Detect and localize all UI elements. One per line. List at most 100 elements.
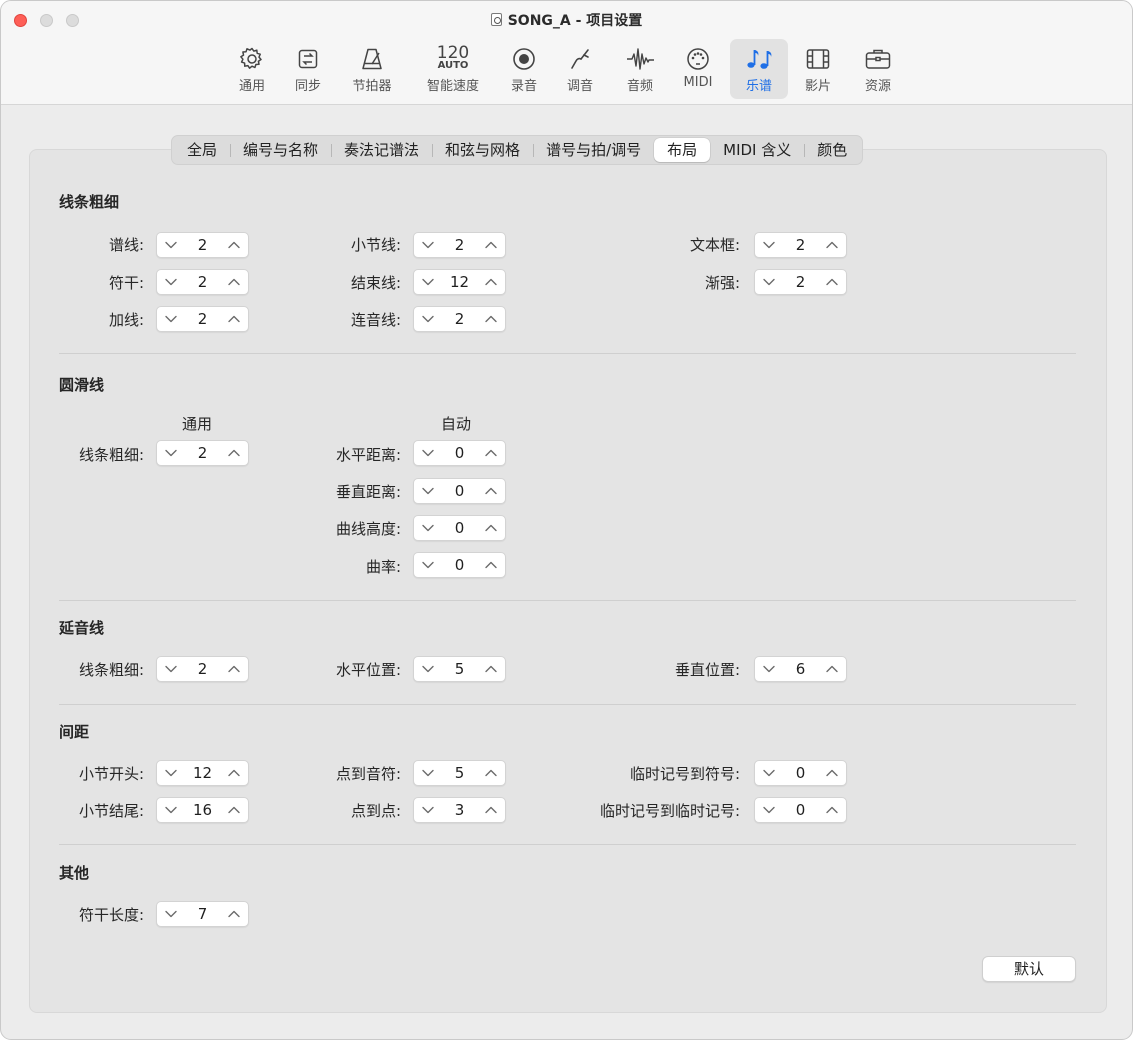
stepper-value[interactable]: 2 xyxy=(181,270,224,294)
stepper-value[interactable]: 16 xyxy=(181,798,224,822)
accidental-to-accidental-stepper[interactable]: 0 xyxy=(754,797,847,823)
increment-chevron-up-icon[interactable] xyxy=(479,657,503,681)
tab-chords-grids[interactable]: 和弦与网格 xyxy=(432,138,533,162)
increment-chevron-up-icon[interactable] xyxy=(222,761,246,785)
stepper-value[interactable]: 2 xyxy=(181,657,224,681)
decrement-chevron-down-icon[interactable] xyxy=(416,441,440,465)
increment-chevron-up-icon[interactable] xyxy=(222,307,246,331)
decrement-chevron-down-icon[interactable] xyxy=(416,657,440,681)
tab-numbers-names[interactable]: 编号与名称 xyxy=(230,138,331,162)
tab-global[interactable]: 全局 xyxy=(174,138,230,162)
stepper-value[interactable]: 3 xyxy=(438,798,481,822)
decrement-chevron-down-icon[interactable] xyxy=(159,761,183,785)
text-frame-width-stepper[interactable]: 2 xyxy=(754,232,847,258)
increment-chevron-up-icon[interactable] xyxy=(820,798,844,822)
stepper-value[interactable]: 12 xyxy=(181,761,224,785)
dot-to-dot-stepper[interactable]: 3 xyxy=(413,797,506,823)
slur-v-distance-stepper[interactable]: 0 xyxy=(413,478,506,504)
decrement-chevron-down-icon[interactable] xyxy=(757,761,781,785)
stepper-value[interactable]: 2 xyxy=(779,233,822,257)
slur-curve-height-stepper[interactable]: 0 xyxy=(413,515,506,541)
toolbar-item-sync[interactable]: 同步 xyxy=(284,39,332,99)
stepper-value[interactable]: 2 xyxy=(181,441,224,465)
decrement-chevron-down-icon[interactable] xyxy=(757,657,781,681)
decrement-chevron-down-icon[interactable] xyxy=(159,441,183,465)
increment-chevron-up-icon[interactable] xyxy=(479,441,503,465)
decrement-chevron-down-icon[interactable] xyxy=(416,516,440,540)
crescendo-width-stepper[interactable]: 2 xyxy=(754,269,847,295)
stepper-value[interactable]: 6 xyxy=(779,657,822,681)
decrement-chevron-down-icon[interactable] xyxy=(416,479,440,503)
toolbar-item-metronome[interactable]: 节拍器 xyxy=(342,39,402,99)
staff-width-stepper[interactable]: 2 xyxy=(156,232,249,258)
toolbar-item-midi[interactable]: MIDI xyxy=(676,39,720,99)
tab-colors[interactable]: 颜色 xyxy=(804,138,860,162)
stepper-value[interactable]: 5 xyxy=(438,761,481,785)
slur-line-width-stepper[interactable]: 2 xyxy=(156,440,249,466)
increment-chevron-up-icon[interactable] xyxy=(222,798,246,822)
bar-start-stepper[interactable]: 12 xyxy=(156,760,249,786)
tie-v-position-stepper[interactable]: 6 xyxy=(754,656,847,682)
decrement-chevron-down-icon[interactable] xyxy=(416,307,440,331)
decrement-chevron-down-icon[interactable] xyxy=(159,657,183,681)
increment-chevron-up-icon[interactable] xyxy=(222,902,246,926)
stepper-value[interactable]: 0 xyxy=(779,798,822,822)
stepper-value[interactable]: 0 xyxy=(438,516,481,540)
toolbar-item-smart-tempo[interactable]: 120 AUTO 智能速度 xyxy=(418,39,488,99)
stepper-value[interactable]: 7 xyxy=(181,902,224,926)
default-button[interactable]: 默认 xyxy=(982,956,1076,982)
increment-chevron-up-icon[interactable] xyxy=(479,307,503,331)
stepper-value[interactable]: 0 xyxy=(779,761,822,785)
decrement-chevron-down-icon[interactable] xyxy=(416,798,440,822)
tab-notation[interactable]: 奏法记谱法 xyxy=(331,138,432,162)
ledger-width-stepper[interactable]: 2 xyxy=(156,306,249,332)
tuplet-width-stepper[interactable]: 2 xyxy=(413,306,506,332)
stepper-value[interactable]: 2 xyxy=(438,233,481,257)
stepper-value[interactable]: 2 xyxy=(181,307,224,331)
decrement-chevron-down-icon[interactable] xyxy=(416,270,440,294)
decrement-chevron-down-icon[interactable] xyxy=(159,270,183,294)
increment-chevron-up-icon[interactable] xyxy=(479,270,503,294)
toolbar-item-general[interactable]: 通用 xyxy=(228,39,276,99)
increment-chevron-up-icon[interactable] xyxy=(222,270,246,294)
decrement-chevron-down-icon[interactable] xyxy=(416,761,440,785)
dot-to-note-stepper[interactable]: 5 xyxy=(413,760,506,786)
final-barline-width-stepper[interactable]: 12 xyxy=(413,269,506,295)
stepper-value[interactable]: 0 xyxy=(438,441,481,465)
toolbar-item-record[interactable]: 录音 xyxy=(502,39,546,99)
stepper-value[interactable]: 0 xyxy=(438,479,481,503)
increment-chevron-up-icon[interactable] xyxy=(820,657,844,681)
decrement-chevron-down-icon[interactable] xyxy=(416,553,440,577)
tab-clefs-signatures[interactable]: 谱号与拍/调号 xyxy=(533,138,654,162)
stepper-value[interactable]: 2 xyxy=(181,233,224,257)
increment-chevron-up-icon[interactable] xyxy=(479,479,503,503)
toolbar-item-tuning[interactable]: 调音 xyxy=(558,39,602,99)
barline-width-stepper[interactable]: 2 xyxy=(413,232,506,258)
slur-h-distance-stepper[interactable]: 0 xyxy=(413,440,506,466)
slur-curvature-stepper[interactable]: 0 xyxy=(413,552,506,578)
increment-chevron-up-icon[interactable] xyxy=(222,441,246,465)
accidental-to-symbol-stepper[interactable]: 0 xyxy=(754,760,847,786)
increment-chevron-up-icon[interactable] xyxy=(820,761,844,785)
decrement-chevron-down-icon[interactable] xyxy=(757,798,781,822)
increment-chevron-up-icon[interactable] xyxy=(479,516,503,540)
decrement-chevron-down-icon[interactable] xyxy=(757,270,781,294)
toolbar-item-assets[interactable]: 资源 xyxy=(852,39,904,99)
stem-length-stepper[interactable]: 7 xyxy=(156,901,249,927)
toolbar-item-audio[interactable]: 音频 xyxy=(618,39,662,99)
decrement-chevron-down-icon[interactable] xyxy=(159,307,183,331)
increment-chevron-up-icon[interactable] xyxy=(222,657,246,681)
toolbar-item-movie[interactable]: 影片 xyxy=(796,39,840,99)
stem-width-stepper[interactable]: 2 xyxy=(156,269,249,295)
decrement-chevron-down-icon[interactable] xyxy=(159,233,183,257)
increment-chevron-up-icon[interactable] xyxy=(479,553,503,577)
increment-chevron-up-icon[interactable] xyxy=(820,233,844,257)
decrement-chevron-down-icon[interactable] xyxy=(757,233,781,257)
toolbar-item-score[interactable]: 乐谱 xyxy=(730,39,788,99)
stepper-value[interactable]: 2 xyxy=(438,307,481,331)
stepper-value[interactable]: 2 xyxy=(779,270,822,294)
stepper-value[interactable]: 5 xyxy=(438,657,481,681)
stepper-value[interactable]: 12 xyxy=(438,270,481,294)
tie-h-position-stepper[interactable]: 5 xyxy=(413,656,506,682)
document-proxy-icon[interactable] xyxy=(490,13,502,26)
